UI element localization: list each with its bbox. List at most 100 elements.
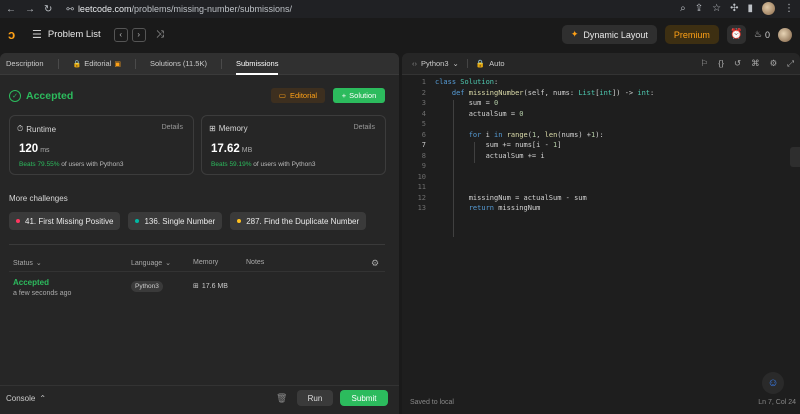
code-text: def missingNumber(self, nums: List[int])…	[451, 88, 655, 97]
editorial-label: Editorial	[289, 91, 318, 100]
next-problem-button[interactable]: ›	[131, 27, 146, 42]
code-area[interactable]: 1 class Solution: 2 def missingNumber(sel…	[402, 77, 800, 214]
language-select[interactable]: ‹› Python3 ⌄	[412, 59, 459, 68]
gear-icon[interactable]: ⚙	[371, 258, 379, 269]
runtime-beats: Beats 79.55% of users with Python3	[19, 161, 123, 168]
problem-list-link[interactable]: Problem List	[48, 29, 101, 40]
bookmark-star-icon[interactable]: ☆	[712, 3, 721, 14]
beats-percent: 79.55%	[37, 161, 60, 168]
submission-time: a few seconds ago	[13, 290, 72, 297]
memory-number: 17.62	[211, 143, 240, 155]
share-icon[interactable]: ⇪	[695, 3, 703, 14]
tab-divider	[57, 58, 59, 69]
streak-count: 0	[764, 29, 770, 40]
beats-suffix: of users with Python3	[61, 161, 124, 168]
beats-suffix: of users with Python3	[253, 161, 316, 168]
code-line: 6 for i in range(1, len(nums) +1):	[402, 130, 800, 141]
tab-label: Submissions	[235, 59, 279, 68]
tab-solutions[interactable]: Solutions (11.5K)	[144, 53, 213, 75]
side-panel-handle[interactable]	[790, 147, 800, 167]
challenge-label: 136. Single Number	[144, 216, 216, 226]
clock-icon: ⏱	[17, 124, 24, 133]
streak-counter[interactable]: ♨ 0	[754, 29, 770, 40]
divider	[9, 244, 385, 245]
reset-icon[interactable]: ↺	[734, 58, 741, 69]
runtime-card[interactable]: ⏱ Runtime Details 120 ms Beats 79.55% of u…	[9, 115, 194, 175]
runtime-details-link[interactable]: Details	[162, 124, 183, 131]
user-avatar[interactable]	[778, 27, 792, 42]
language-badge: Python3	[131, 281, 163, 292]
back-arrow-icon[interactable]: ←	[6, 4, 16, 15]
tab-label: Description	[6, 59, 44, 68]
difficulty-dot	[16, 219, 20, 223]
editor-footer: Saved to local Ln 7, Col 24	[402, 395, 800, 412]
command-icon[interactable]: ⌘	[751, 58, 760, 69]
line-number: 7	[421, 141, 426, 149]
line-number: 4	[421, 109, 426, 118]
fire-icon: ♨	[753, 29, 762, 39]
auto-mode-select[interactable]: 🔒 Auto	[476, 59, 505, 68]
run-button[interactable]: Run	[297, 390, 333, 406]
column-label: Memory	[193, 259, 219, 266]
code-editor-panel: ‹› Python3 ⌄ 🔒 Auto ⚐ {} ↺ ⌘ ⚙ ⤢ 1 class …	[402, 53, 800, 414]
divider	[9, 271, 385, 272]
line-number: 1	[421, 78, 426, 86]
indent-guide	[474, 142, 475, 163]
tab-editorial[interactable]: 🔒 Editorial ▣	[67, 53, 127, 75]
challenge-chip[interactable]: 136. Single Number	[128, 212, 223, 230]
chat-support-icon[interactable]: ☺	[762, 372, 784, 394]
challenge-chip[interactable]: 287. Find the Duplicate Number	[230, 212, 367, 230]
submission-status[interactable]: Accepted	[13, 278, 49, 287]
editorial-button[interactable]: ▭ Editorial	[271, 88, 325, 103]
memory-beats: Beats 59.19% of users with Python3	[211, 161, 315, 168]
leetcode-logo-icon[interactable]: ↄ	[8, 27, 22, 42]
bookmark-icon[interactable]: ⚐	[701, 58, 709, 69]
settings-gear-icon[interactable]: ⚙	[770, 58, 778, 69]
line-number: 13	[417, 204, 426, 212]
code-line: 10	[402, 172, 800, 183]
expand-icon[interactable]: ⤢	[787, 58, 794, 69]
status-column-header[interactable]: Status ⌄	[13, 259, 42, 268]
tab-description[interactable]: Description	[0, 53, 50, 75]
address-bar[interactable]: ⚯ leetcode.com/problems/missing-number/s…	[66, 4, 292, 15]
notes-column-header: Notes	[246, 259, 264, 266]
app-header: ↄ ☰ Problem List ‹ › ⤨ ✦ Dynamic Layout …	[0, 18, 800, 51]
runtime-unit: ms	[40, 147, 50, 154]
forward-arrow-icon[interactable]: →	[25, 4, 35, 15]
extensions-icon[interactable]: ✣	[730, 3, 738, 14]
mode-value: Auto	[489, 59, 505, 68]
solution-button[interactable]: + Solution	[333, 88, 385, 103]
alarm-clock-icon[interactable]: ⏰	[726, 25, 746, 44]
memory-details-link[interactable]: Details	[354, 124, 375, 131]
code-text: actualSum += i	[435, 151, 545, 160]
reload-icon[interactable]: ↻	[44, 4, 52, 15]
line-number: 11	[417, 183, 426, 191]
browser-profile-avatar[interactable]	[762, 2, 775, 15]
challenge-chip[interactable]: 41. First Missing Positive	[9, 212, 121, 230]
submit-button[interactable]: Submit	[340, 390, 388, 406]
sparkle-icon: ✦	[570, 29, 579, 39]
site-info-icon[interactable]: ⚯	[66, 4, 74, 15]
premium-button[interactable]: Premium	[664, 25, 719, 44]
braces-icon[interactable]: {}	[718, 58, 724, 69]
chevron-right-icon: ›	[137, 30, 141, 39]
memory-card[interactable]: ⊞ Memory Details 17.62 MB Beats 59.19% of …	[201, 115, 386, 175]
zoom-icon[interactable]: ⌕	[680, 3, 686, 14]
code-text: actualSum = 0	[435, 109, 524, 118]
more-challenges-heading: More challenges	[9, 194, 68, 203]
sidepanel-icon[interactable]: ▮	[747, 3, 753, 14]
line-number: 5	[421, 120, 426, 128]
browser-menu-icon[interactable]: ⋮	[784, 3, 794, 14]
shuffle-icon[interactable]: ⤨	[156, 29, 164, 40]
dynamic-layout-button[interactable]: ✦ Dynamic Layout	[561, 25, 657, 44]
console-toggle[interactable]: Console ⌃	[6, 394, 46, 403]
code-line: 2 def missingNumber(self, nums: List[int…	[402, 88, 800, 99]
editor-toolbar: ‹› Python3 ⌄ 🔒 Auto ⚐ {} ↺ ⌘ ⚙ ⤢	[402, 53, 800, 75]
tab-submissions[interactable]: Submissions	[230, 53, 285, 75]
trash-icon[interactable]: 🗑	[276, 393, 287, 404]
problem-list-icon[interactable]: ☰	[32, 28, 42, 41]
difficulty-dot	[237, 219, 242, 223]
language-column-header[interactable]: Language ⌄	[131, 259, 171, 268]
prev-problem-button[interactable]: ‹	[113, 27, 128, 42]
code-line: 1 class Solution:	[402, 77, 800, 88]
